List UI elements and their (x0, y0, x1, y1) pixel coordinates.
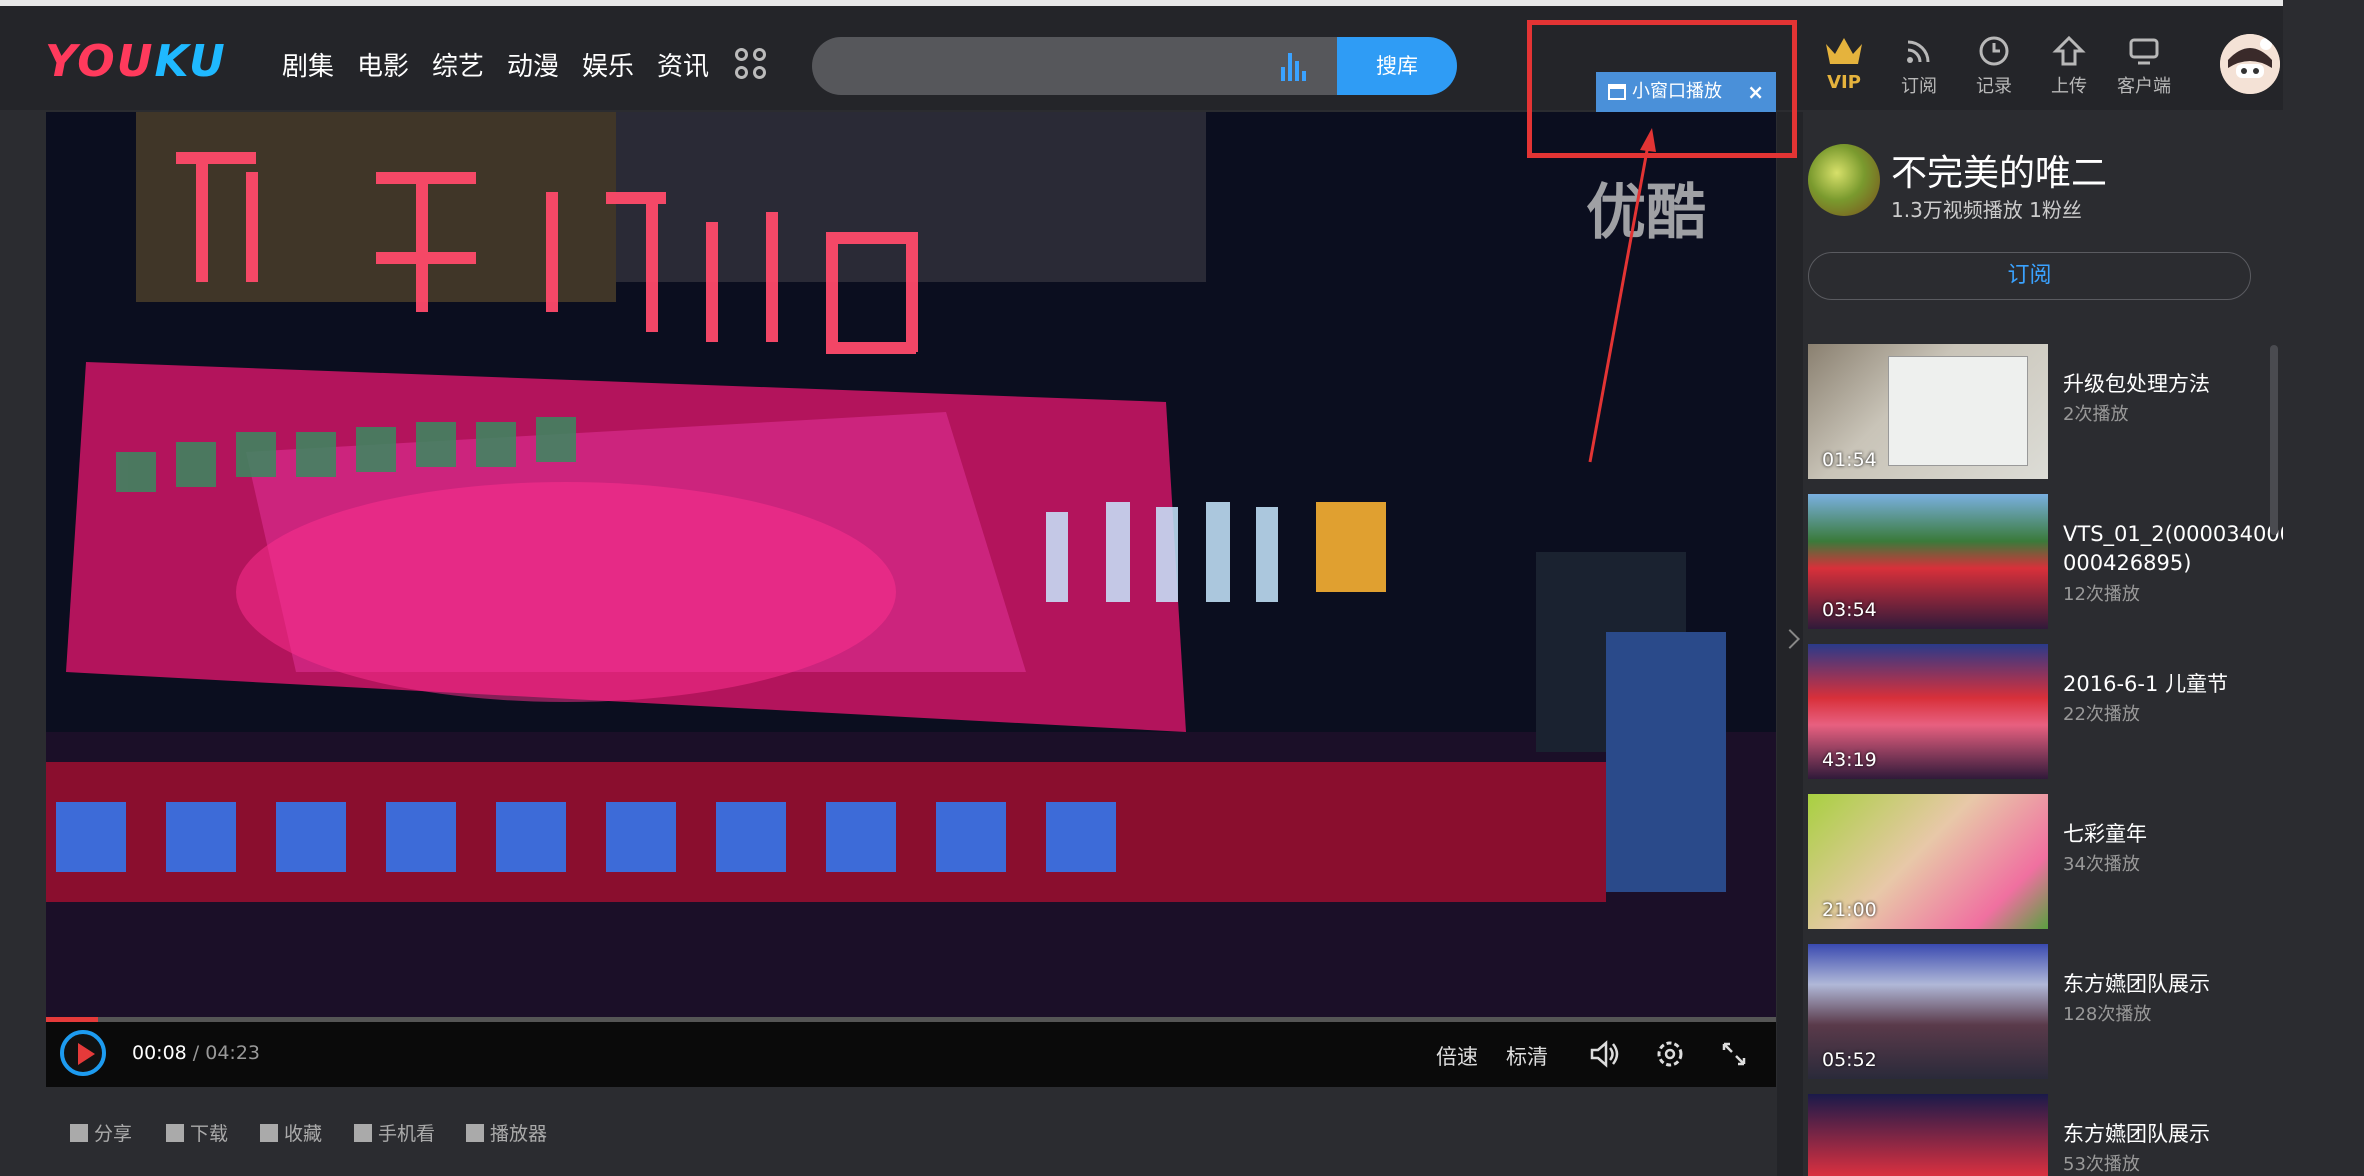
youku-page: { "header": { "logo": {"part1": "YOU", "… (0, 0, 2364, 1176)
annotation-arrow (1588, 128, 1656, 463)
